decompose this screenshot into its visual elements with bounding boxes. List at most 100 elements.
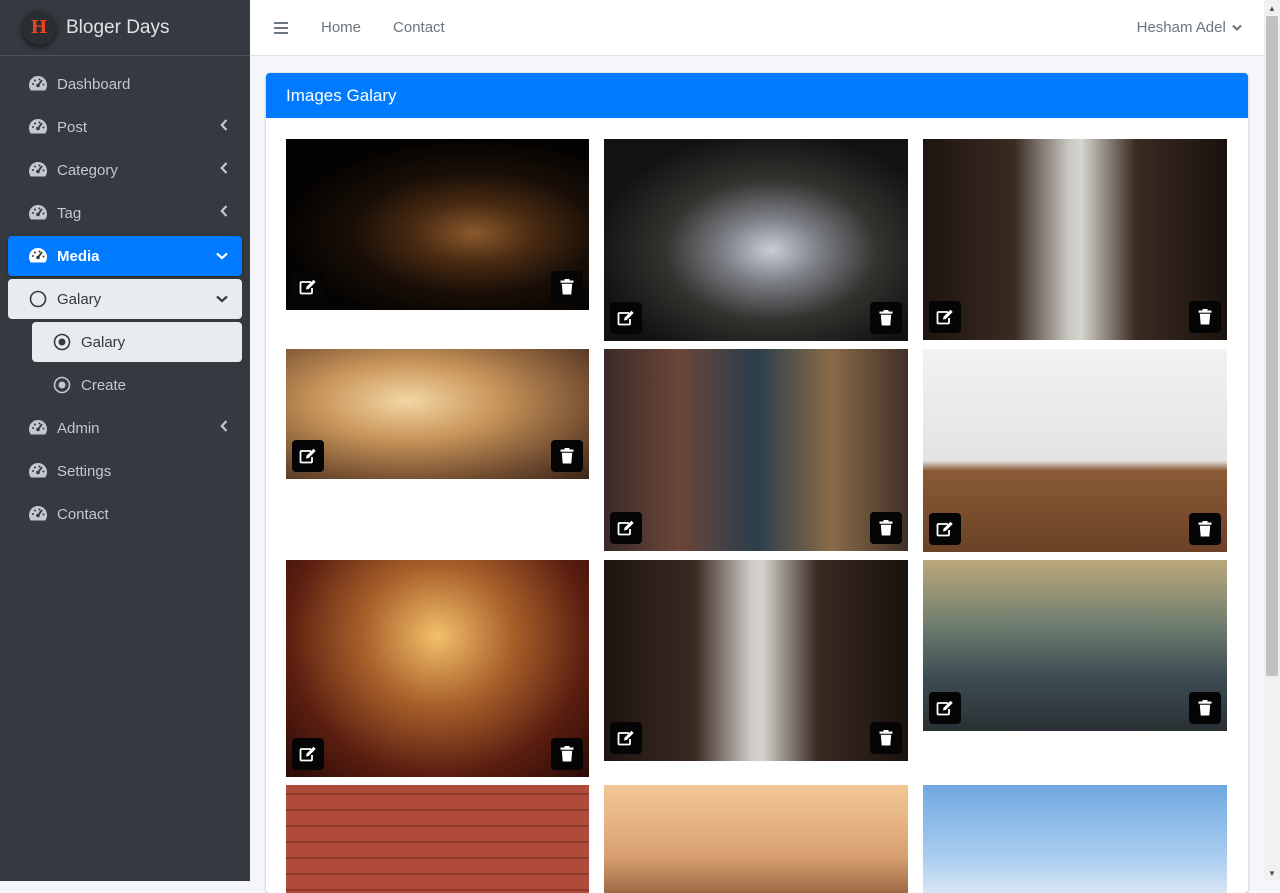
dot-circle-icon xyxy=(52,375,72,395)
trash-icon xyxy=(560,279,574,295)
sidebar-item-tag[interactable]: Tag xyxy=(8,193,242,233)
tachometer-icon xyxy=(28,160,48,180)
scroll-down-arrow[interactable]: ▼ xyxy=(1264,865,1280,881)
delete-button[interactable] xyxy=(551,440,583,472)
chevron-left-icon xyxy=(220,162,228,177)
sidebar-item-settings[interactable]: Settings xyxy=(8,451,242,491)
trash-icon xyxy=(879,310,893,326)
tachometer-icon xyxy=(28,74,48,94)
delete-button[interactable] xyxy=(551,738,583,770)
sidebar-item-label: Post xyxy=(57,118,88,136)
edit-button[interactable] xyxy=(292,738,324,770)
gallery-image-woman-reading[interactable] xyxy=(604,139,908,341)
sidebar-item-media[interactable]: Media xyxy=(8,236,242,276)
gallery-image-canal-street[interactable] xyxy=(604,560,908,761)
sidebar-item-category[interactable]: Category xyxy=(8,150,242,190)
chevron-left-icon xyxy=(220,205,228,220)
edit-icon xyxy=(617,730,634,746)
gallery-image-cat[interactable] xyxy=(604,785,908,893)
trash-icon xyxy=(560,746,574,762)
user-name: Hesham Adel xyxy=(1136,19,1226,36)
sidebar-item-label: Galary xyxy=(81,333,126,351)
circle-icon xyxy=(28,289,48,309)
sidebar-item-label: Dashboard xyxy=(57,75,131,93)
page-scrollbar[interactable]: ▲ ▼ xyxy=(1264,0,1280,881)
trash-icon xyxy=(1198,521,1212,537)
gallery-image-dining-room[interactable] xyxy=(923,349,1227,552)
delete-button[interactable] xyxy=(870,512,902,544)
sidebar-item-label: Galary xyxy=(57,290,102,308)
edit-icon xyxy=(936,309,953,325)
delete-button[interactable] xyxy=(1189,301,1221,333)
sidebar-item-label: Media xyxy=(57,247,100,265)
card-title: Images Galary xyxy=(266,73,1248,118)
edit-button[interactable] xyxy=(292,271,324,303)
gallery-image-deer-forest[interactable] xyxy=(286,349,589,479)
sidebar-item-create[interactable]: Create xyxy=(32,365,242,405)
sidebar-item-label: Tag xyxy=(57,204,82,222)
gallery-image-guitar[interactable] xyxy=(286,139,589,310)
user-menu[interactable]: Hesham Adel xyxy=(1137,19,1242,36)
chevron-down-icon xyxy=(1232,24,1242,32)
edit-button[interactable] xyxy=(292,440,324,472)
trash-icon xyxy=(879,520,893,536)
edit-button[interactable] xyxy=(610,722,642,754)
chevron-left-icon xyxy=(220,119,228,134)
sidebar-item-label: Settings xyxy=(57,462,112,480)
sidebar-item-post[interactable]: Post xyxy=(8,107,242,147)
scrollbar-thumb[interactable] xyxy=(1266,16,1278,676)
tachometer-icon xyxy=(28,203,48,223)
trash-icon xyxy=(879,730,893,746)
delete-button[interactable] xyxy=(1189,513,1221,545)
edit-icon xyxy=(617,520,634,536)
gallery-image-canal-street[interactable] xyxy=(923,139,1227,340)
scroll-up-arrow[interactable]: ▲ xyxy=(1264,0,1280,16)
chevron-down-icon xyxy=(216,248,228,263)
sidebar-nav: Dashboard Post Category Tag Media Galary xyxy=(8,64,242,537)
trash-icon xyxy=(1198,700,1212,716)
gallery-image-mountain-biker[interactable] xyxy=(923,560,1227,731)
edit-icon xyxy=(936,700,953,716)
sidebar-item-label: Admin xyxy=(57,419,100,437)
sidebar-item-galary[interactable]: Galary xyxy=(32,322,242,362)
sidebar-item-label: Create xyxy=(81,376,127,394)
trash-icon xyxy=(560,448,574,464)
gallery-image-skier[interactable] xyxy=(923,785,1227,893)
delete-button[interactable] xyxy=(870,302,902,334)
sidebar-item-galary-group[interactable]: Galary xyxy=(8,279,242,319)
edit-icon xyxy=(617,310,634,326)
gallery-image-laundromat[interactable] xyxy=(604,349,908,551)
sidebar-item-dashboard[interactable]: Dashboard xyxy=(8,64,242,104)
tachometer-icon xyxy=(28,504,48,524)
menu-toggle-icon[interactable] xyxy=(274,21,288,34)
edit-button[interactable] xyxy=(929,301,961,333)
gallery-card: Images Galary xyxy=(266,73,1248,893)
nav-link-contact[interactable]: Contact xyxy=(393,19,445,36)
tachometer-icon xyxy=(28,418,48,438)
tachometer-icon xyxy=(28,461,48,481)
edit-icon xyxy=(299,746,316,762)
chevron-down-icon xyxy=(216,291,228,306)
delete-button[interactable] xyxy=(870,722,902,754)
nav-link-home[interactable]: Home xyxy=(321,19,361,36)
sidebar: H Bloger Days Dashboard Post Category Ta… xyxy=(0,0,250,881)
sidebar-item-contact[interactable]: Contact xyxy=(8,494,242,534)
edit-button[interactable] xyxy=(610,512,642,544)
trash-icon xyxy=(1198,309,1212,325)
brand-name: Bloger Days xyxy=(66,16,170,38)
brand-link[interactable]: H Bloger Days xyxy=(0,0,250,56)
tachometer-icon xyxy=(28,246,48,266)
tachometer-icon xyxy=(28,117,48,137)
gallery-image-concert-hall[interactable] xyxy=(286,560,589,777)
edit-button[interactable] xyxy=(929,513,961,545)
sidebar-item-admin[interactable]: Admin xyxy=(8,408,242,448)
gallery-image-brick-wall[interactable] xyxy=(286,785,589,893)
delete-button[interactable] xyxy=(551,271,583,303)
brand-logo: H xyxy=(22,10,56,45)
edit-button[interactable] xyxy=(610,302,642,334)
edit-button[interactable] xyxy=(929,692,961,724)
sidebar-item-label: Category xyxy=(57,161,118,179)
sidebar-item-label: Contact xyxy=(57,505,109,523)
delete-button[interactable] xyxy=(1189,692,1221,724)
edit-icon xyxy=(299,448,316,464)
